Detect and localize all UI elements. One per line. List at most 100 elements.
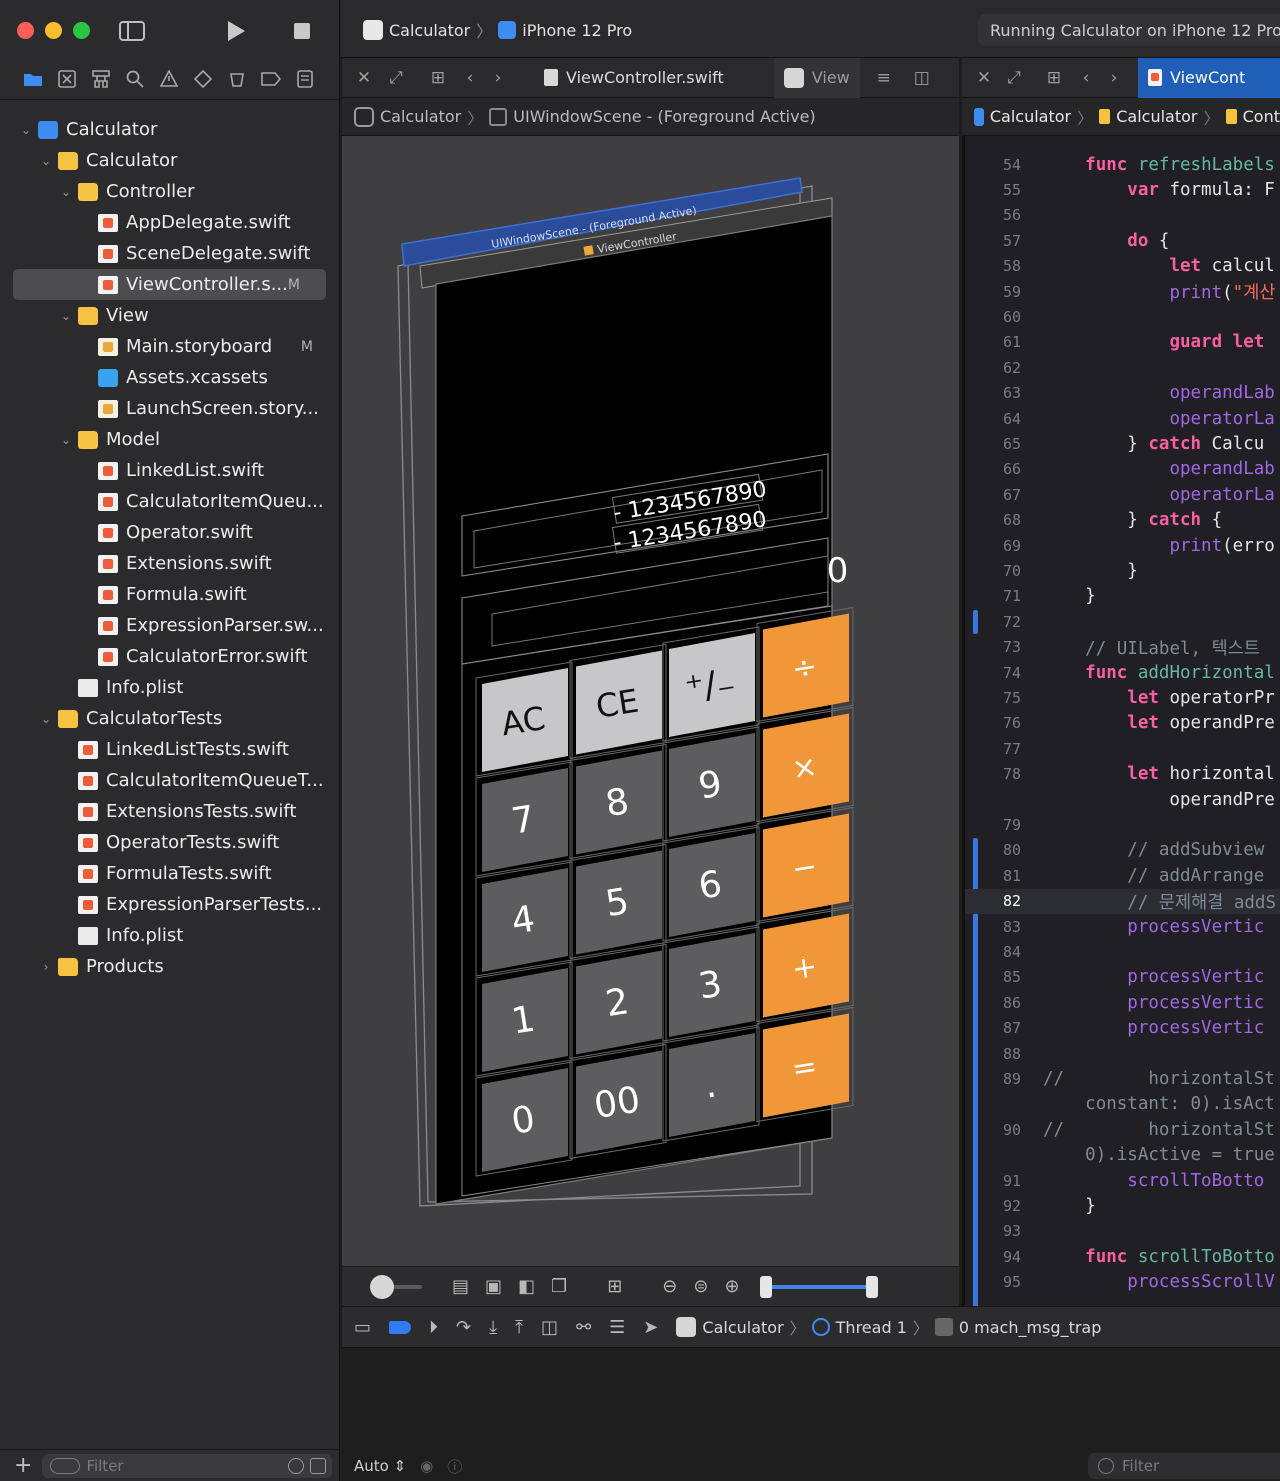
console-mode-selector[interactable]: Auto ⇕ bbox=[354, 1457, 406, 1475]
code-line[interactable]: 56 bbox=[965, 203, 1280, 228]
orient-3d-icon[interactable]: ⊞ bbox=[607, 1276, 622, 1297]
step-out-icon[interactable]: ⤒ bbox=[515, 1317, 523, 1338]
disclosure-open-icon[interactable]: ⌄ bbox=[58, 309, 74, 323]
debug-view-hierarchy-icon[interactable]: ◫ bbox=[541, 1317, 558, 1338]
code-line[interactable]: 66 operandLab bbox=[965, 457, 1280, 482]
code-line[interactable]: 78 let horizontal bbox=[965, 762, 1280, 787]
back-arrow-icon[interactable]: ‹ bbox=[456, 64, 484, 92]
code-line[interactable]: 82 // 문제해결 addS bbox=[965, 888, 1280, 914]
file-tree-item[interactable]: ⌄ Model bbox=[0, 424, 339, 455]
file-tree-item[interactable]: LinkedListTests.swift bbox=[0, 734, 339, 765]
file-tree-item[interactable]: ExtensionsTests.swift bbox=[0, 796, 339, 827]
tab-viewcontroller-swift-active[interactable]: ViewCont bbox=[1138, 57, 1280, 98]
quick-look-eye-icon[interactable]: ◉ bbox=[420, 1457, 433, 1475]
code-line[interactable]: 70 } bbox=[965, 558, 1280, 583]
jump-bar-item[interactable]: Calculator bbox=[380, 107, 461, 126]
code-line[interactable]: 81 // addArrange bbox=[965, 863, 1280, 888]
code-line[interactable]: 88 bbox=[965, 1041, 1280, 1066]
source-editor[interactable]: 54 func refreshLabels 55 var formula: F 56… bbox=[962, 136, 1280, 1306]
code-line[interactable]: 83 processVertic bbox=[965, 914, 1280, 939]
jump-bar-item[interactable]: Calculator bbox=[990, 107, 1071, 126]
scheme-selector[interactable]: Calculator 〉 iPhone 12 Pro bbox=[363, 18, 632, 42]
file-tree-item[interactable]: CalculatorItemQueueT... bbox=[0, 765, 339, 796]
breakpoints-active-icon[interactable] bbox=[389, 1320, 412, 1334]
view-debugger-canvas[interactable]: UIWindowScene - (Foreground Active) View… bbox=[342, 136, 959, 1266]
code-line[interactable]: 55 var formula: F bbox=[965, 177, 1280, 202]
recent-files-icon[interactable] bbox=[288, 1457, 304, 1474]
disclosure-open-icon[interactable]: ⌄ bbox=[38, 712, 54, 726]
actual-size-icon[interactable]: ⊜ bbox=[693, 1276, 708, 1297]
file-tree-item[interactable]: ⌄ CalculatorTests bbox=[0, 703, 339, 734]
forward-arrow-icon[interactable]: › bbox=[484, 64, 512, 92]
hide-debug-area-icon[interactable]: ▭ bbox=[354, 1317, 371, 1338]
file-tree-item[interactable]: AppDelegate.swift bbox=[0, 207, 339, 238]
code-line[interactable]: 65 } catch Calcu bbox=[965, 431, 1280, 456]
file-tree-item[interactable]: Assets.xcassets bbox=[0, 362, 339, 393]
file-tree-item[interactable]: FormulaTests.swift bbox=[0, 858, 339, 889]
symbol-navigator-icon[interactable] bbox=[90, 68, 112, 90]
sidebar-toggle-icon[interactable] bbox=[118, 17, 146, 45]
code-line[interactable]: 76 let operandPre bbox=[965, 711, 1280, 736]
debug-memory-graph-icon[interactable]: ⚯ bbox=[576, 1317, 591, 1338]
run-icon[interactable] bbox=[222, 17, 250, 45]
jump-bar-item[interactable]: Cont bbox=[1243, 107, 1280, 126]
environment-overrides-icon[interactable]: ☰ bbox=[609, 1317, 625, 1338]
jump-bar-item[interactable]: UIWindowScene - (Foreground Active) bbox=[513, 107, 815, 126]
expand-editor-icon[interactable]: ⤢ bbox=[382, 64, 410, 92]
related-items-grid-icon[interactable]: ⊞ bbox=[424, 64, 452, 92]
file-tree-item[interactable]: LaunchScreen.story... bbox=[0, 393, 339, 424]
minimize-window-button[interactable] bbox=[45, 22, 62, 39]
file-tree-item[interactable]: ⌄ Calculator bbox=[0, 145, 339, 176]
debug-thread-label[interactable]: Thread 1 bbox=[836, 1318, 907, 1337]
code-line[interactable]: 77 bbox=[965, 736, 1280, 761]
range-max-handle[interactable] bbox=[865, 1275, 878, 1298]
related-items-grid-icon[interactable]: ⊞ bbox=[1040, 64, 1068, 92]
code-line[interactable]: 94 func scrollToBotto bbox=[965, 1244, 1280, 1269]
code-line[interactable]: 87 processVertic bbox=[965, 1016, 1280, 1041]
code-line[interactable]: 75 let operatorPr bbox=[965, 685, 1280, 710]
code-line[interactable]: 57 do { bbox=[965, 228, 1280, 253]
disclosure-open-icon[interactable]: ⌄ bbox=[58, 185, 74, 199]
expand-editor-icon[interactable]: ⤢ bbox=[1000, 64, 1028, 92]
disclosure-open-icon[interactable]: ⌄ bbox=[18, 123, 34, 137]
issue-warning-icon[interactable] bbox=[158, 68, 180, 90]
code-line[interactable]: 69 print(erro bbox=[965, 533, 1280, 558]
spacing-slider-knob[interactable] bbox=[370, 1274, 394, 1299]
code-line[interactable]: 85 processVertic bbox=[965, 965, 1280, 990]
code-line[interactable]: 79 bbox=[965, 812, 1280, 837]
show-clipped-icon[interactable]: ▤ bbox=[452, 1276, 469, 1297]
code-line[interactable]: operandPre bbox=[965, 787, 1280, 812]
disclosure-open-icon[interactable]: ⌄ bbox=[58, 433, 74, 447]
breakpoint-navigator-icon[interactable] bbox=[260, 68, 282, 90]
stop-icon[interactable] bbox=[288, 17, 316, 45]
disclosure-open-icon[interactable]: ⌄ bbox=[38, 154, 54, 168]
code-line[interactable]: 92 } bbox=[965, 1193, 1280, 1218]
code-line[interactable]: 72 bbox=[965, 609, 1280, 634]
split-editor-icon[interactable]: ◫ bbox=[908, 64, 936, 92]
exploded-view-hierarchy[interactable]: UIWindowScene - (Foreground Active) View… bbox=[342, 136, 959, 1266]
zoom-out-icon[interactable]: ⊖ bbox=[662, 1276, 677, 1297]
file-tree-item[interactable]: ViewController.s... M bbox=[13, 269, 326, 300]
tab-viewcontroller-swift[interactable]: ViewController.swift bbox=[534, 58, 734, 98]
file-tree-item[interactable]: Extensions.swift bbox=[0, 548, 339, 579]
source-control-icon[interactable] bbox=[56, 68, 78, 90]
code-line[interactable]: 74 func addHorizontal bbox=[965, 660, 1280, 685]
source-control-filter-icon[interactable] bbox=[310, 1457, 326, 1474]
jump-bar-item[interactable]: Calculator bbox=[1116, 107, 1197, 126]
file-tree-item[interactable]: Main.storyboard M bbox=[0, 331, 339, 362]
search-icon[interactable] bbox=[124, 68, 146, 90]
file-tree-item[interactable]: ⌄ Calculator bbox=[0, 114, 339, 145]
file-tree-item[interactable]: ExpressionParser.sw... bbox=[0, 610, 339, 641]
code-line[interactable]: 73 // UILabel, 텍스트 bbox=[965, 635, 1280, 660]
close-editor-icon[interactable]: ✕ bbox=[970, 64, 998, 92]
minimap-lines-icon[interactable]: ≡ bbox=[870, 64, 898, 92]
file-tree-item[interactable]: Info.plist bbox=[0, 920, 339, 951]
file-tree-item[interactable]: Operator.swift bbox=[0, 517, 339, 548]
file-tree-item[interactable]: CalculatorError.swift bbox=[0, 641, 339, 672]
file-tree-item[interactable]: CalculatorItemQueu... bbox=[0, 486, 339, 517]
back-arrow-icon[interactable]: ‹ bbox=[1072, 64, 1100, 92]
code-line[interactable]: 89 // horizontalSt bbox=[965, 1066, 1280, 1091]
adjust-view-mode-icon[interactable]: ◧ bbox=[518, 1276, 535, 1297]
code-line[interactable]: 84 bbox=[965, 939, 1280, 964]
code-line[interactable]: 86 processVertic bbox=[965, 990, 1280, 1015]
